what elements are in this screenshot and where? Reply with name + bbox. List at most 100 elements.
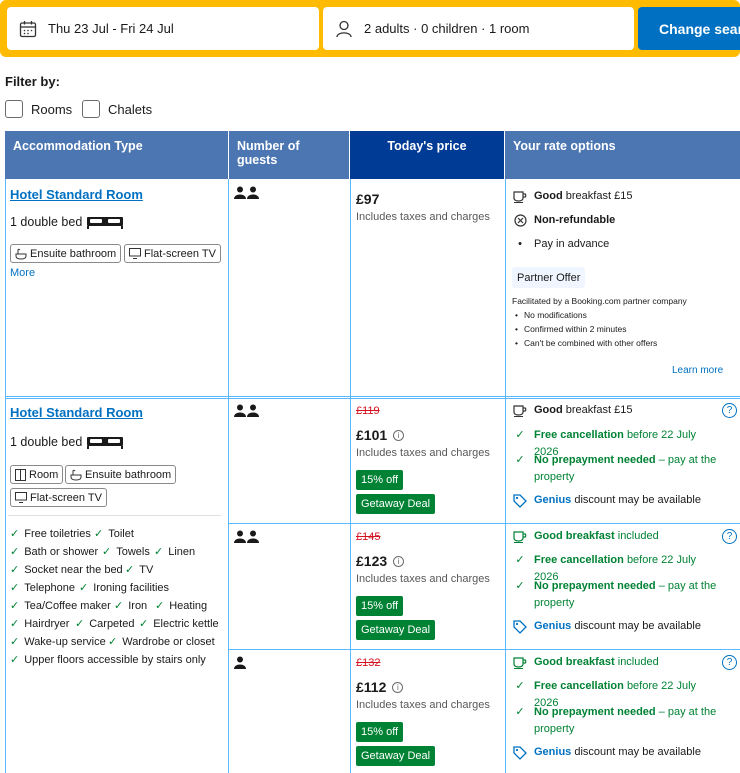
amenity-label: Electric kettle (153, 617, 219, 630)
chalets-checkbox[interactable] (82, 100, 100, 118)
amenity-item: ✓ Wardrobe or closet (108, 635, 215, 649)
coffee-cup-icon (513, 190, 527, 203)
guests-icon-1 (234, 656, 246, 673)
check-icon: ✓ (94, 528, 104, 540)
grid-line (228, 523, 740, 524)
question-icon[interactable]: ? (722, 529, 737, 544)
taxes-note: Includes taxes and charges (356, 699, 490, 711)
breakfast-rest: breakfast £15 (565, 404, 633, 416)
guest-picker[interactable]: 2 adults · 0 children · 1 room (323, 7, 634, 50)
search-bar: Thu 23 Jul - Fri 24 Jul 2 adults · 0 chi… (0, 0, 740, 57)
check-icon: ✓ (75, 618, 85, 630)
no-refund-icon (513, 214, 527, 227)
nonrefundable-option: Non-refundable (512, 212, 615, 229)
rooms-checkbox[interactable] (5, 100, 23, 118)
room-name-link[interactable]: Hotel Standard Room (10, 187, 143, 202)
discount-badge: 15% off (356, 596, 404, 616)
genius-bold: Genius (534, 620, 572, 632)
bed-icon (87, 217, 124, 229)
amenity-label: Towels (116, 545, 150, 558)
info-icon[interactable]: i (393, 555, 405, 567)
header-rate-options: Your rate options (505, 131, 740, 179)
discount-badge: 15% off (356, 470, 404, 490)
genius-tag-icon (513, 619, 527, 634)
check-icon: ✓ (10, 546, 20, 558)
check-icon: ✓ (10, 564, 20, 576)
bed-text: 1 double bed (10, 435, 83, 449)
amenity-label: Wardrobe or closet (122, 635, 215, 648)
amenity-label: TV (139, 563, 154, 576)
cancel-bold: Free cancellation (534, 554, 624, 566)
taxes-note: Includes taxes and charges (356, 447, 490, 459)
amenity-item: ✓ Carpeted (75, 617, 134, 631)
nonrefundable-text: Non-refundable (534, 214, 616, 226)
price-value: £123 (356, 553, 388, 569)
bed-text: 1 double bed (10, 215, 83, 229)
person-pair-icon (234, 404, 259, 417)
tag-label: Ensuite bathroom (85, 468, 172, 481)
genius-option: Genius discount may be available (512, 618, 701, 635)
amenity-item: ✓ Toilet (94, 527, 134, 541)
taxes-note: Includes taxes and charges (356, 573, 490, 585)
header-todays-price: Today's price (350, 131, 505, 179)
guests-icon-2 (234, 186, 260, 203)
breakfast-bold: Good breakfast (534, 530, 615, 542)
rooms-label: Rooms (31, 101, 73, 117)
coffee-cup-icon (513, 530, 527, 543)
tv-icon (15, 492, 27, 503)
check-icon: ✓ (79, 582, 89, 594)
genius-rest: discount may be available (574, 746, 701, 758)
date-picker[interactable]: Thu 23 Jul - Fri 24 Jul (7, 7, 319, 50)
original-price: £119 (356, 405, 380, 417)
info-icon[interactable]: i (393, 429, 405, 441)
header-number-of-guests: Number of guests (229, 131, 350, 179)
amenity-item: ✓ Towels (102, 545, 150, 559)
facil-item: No modifications (515, 310, 587, 320)
bed-icon (87, 437, 124, 449)
price: £123 i (356, 553, 405, 569)
amenity-item: ✓ Hairdryer (10, 617, 69, 631)
amenity-label: Telephone (24, 581, 75, 594)
question-icon[interactable]: ? (722, 655, 737, 670)
genius-rest: discount may be available (574, 620, 701, 632)
original-price: £145 (356, 531, 381, 543)
question-icon[interactable]: ? (722, 403, 737, 418)
room-icon (15, 468, 26, 481)
amenity-item: ✓ TV (125, 563, 154, 577)
amenity-item: ✓ Heating (155, 599, 208, 613)
check-icon: ✓ (154, 546, 164, 558)
tag-label: Flat-screen TV (144, 247, 216, 260)
facility-tag: Ensuite bathroom (65, 465, 177, 484)
more-link[interactable]: More (10, 267, 35, 279)
filter-chalets[interactable]: Chalets (82, 99, 152, 119)
facility-tag: Room (10, 465, 64, 484)
amenity-label: Tea/Coffee maker (24, 599, 111, 612)
grid-line (228, 179, 229, 773)
deal-badge: Getaway Deal (356, 746, 436, 766)
guests-icon-2 (234, 404, 260, 421)
pay-text: Pay in advance (534, 238, 610, 250)
tag-label: Room (29, 468, 59, 481)
genius-rest: discount may be available (574, 494, 701, 506)
info-icon[interactable]: i (392, 681, 404, 693)
breakfast-rest: breakfast £15 (565, 190, 633, 202)
learn-more-link[interactable]: Learn more (672, 365, 723, 376)
grid-line (350, 179, 351, 773)
genius-option: Genius discount may be available (512, 744, 701, 761)
amenity-label: Heating (169, 599, 208, 612)
room-name-link[interactable]: Hotel Standard Room (10, 405, 143, 420)
breakfast-option: Good breakfast £15 (512, 402, 632, 419)
amenity-label: Ironing facilities (93, 581, 170, 594)
grid-line (5, 179, 6, 773)
change-search-button[interactable]: Change search (638, 7, 740, 50)
taxes-note: Includes taxes and charges (356, 211, 490, 223)
breakfast-bold: Good breakfast (534, 656, 615, 668)
discount-badge: 15% off (356, 722, 404, 742)
bed-info: 1 double bed (10, 435, 124, 449)
filter-rooms[interactable]: Rooms (5, 99, 72, 119)
bath-icon (15, 248, 27, 260)
breakfast-bold: Good (534, 404, 563, 416)
filter-title: Filter by: (5, 74, 60, 89)
amenity-item: ✓ Telephone (10, 581, 75, 595)
breakfast-rest: included (617, 656, 659, 668)
